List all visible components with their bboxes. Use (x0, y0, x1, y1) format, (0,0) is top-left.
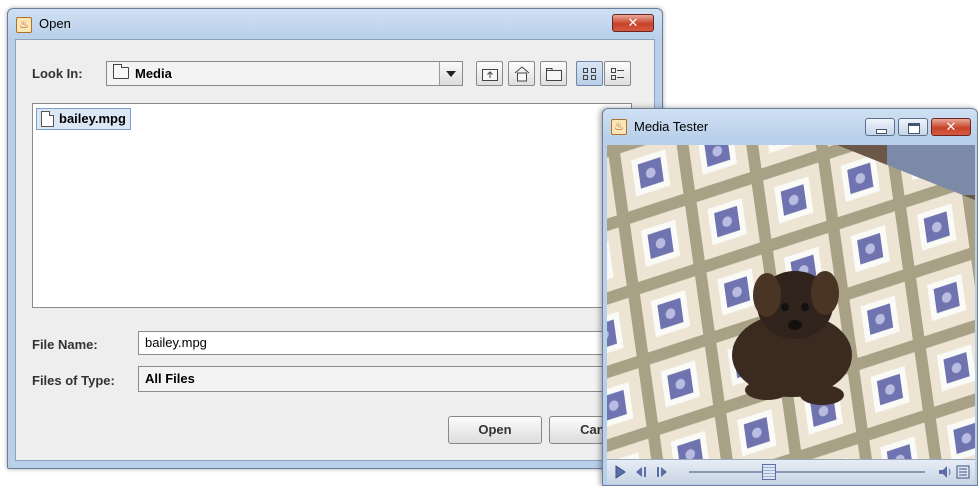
list-view-icon (583, 68, 596, 80)
java-app-icon: ♨ (16, 17, 32, 33)
open-dialog-close-button[interactable]: ✕ (612, 14, 654, 32)
open-dialog-title: Open (39, 16, 71, 31)
java-app-icon: ♨ (611, 119, 627, 135)
media-tester-window: ♨ Media Tester ✕ (602, 108, 978, 486)
file-name-field[interactable]: bailey.mpg (138, 331, 638, 355)
file-item-name: bailey.mpg (59, 111, 126, 126)
look-in-label: Look In: (32, 66, 83, 81)
dropdown-arrow-icon[interactable] (439, 62, 462, 85)
slider-thumb[interactable] (762, 464, 776, 480)
details-view-button[interactable] (604, 61, 631, 86)
media-tester-titlebar[interactable]: ♨ Media Tester ✕ (603, 109, 977, 145)
step-forward-icon[interactable] (653, 463, 671, 481)
slider-track (689, 471, 925, 473)
open-dialog-client: Look In: Media bailey.mpg File Name: bai… (15, 39, 655, 461)
maximize-button[interactable] (898, 118, 928, 136)
media-close-button[interactable]: ✕ (931, 118, 971, 136)
folder-icon (113, 64, 129, 79)
play-icon[interactable] (613, 463, 627, 481)
up-folder-button[interactable] (476, 61, 503, 86)
home-button[interactable] (508, 61, 535, 86)
new-folder-button[interactable] (540, 61, 567, 86)
look-in-value: Media (135, 66, 172, 81)
open-dialog-window: ♨ Open ✕ Look In: Media bailey.mpg File … (7, 8, 663, 469)
file-item[interactable]: bailey.mpg (36, 108, 131, 130)
media-tester-title: Media Tester (634, 119, 709, 134)
details-view-icon (611, 68, 624, 80)
volume-icon[interactable] (937, 463, 953, 481)
media-info-icon[interactable] (955, 463, 971, 481)
open-dialog-titlebar[interactable]: ♨ Open ✕ (8, 9, 662, 39)
step-back-icon[interactable] (633, 463, 651, 481)
file-name-label: File Name: (32, 337, 98, 352)
document-icon (41, 111, 54, 127)
list-view-button[interactable] (576, 61, 603, 86)
files-of-type-label: Files of Type: (32, 373, 115, 388)
files-of-type-combo[interactable]: All Files (138, 366, 638, 392)
file-list[interactable]: bailey.mpg (32, 103, 632, 308)
new-folder-icon (546, 68, 562, 81)
video-image (607, 145, 975, 459)
up-folder-icon (482, 69, 498, 81)
video-frame (607, 145, 975, 459)
media-controls (607, 459, 975, 484)
open-button[interactable]: Open (448, 416, 542, 444)
home-icon (514, 66, 530, 82)
minimize-button[interactable] (865, 118, 895, 136)
look-in-combo[interactable]: Media (106, 61, 463, 86)
position-slider[interactable] (689, 463, 925, 481)
